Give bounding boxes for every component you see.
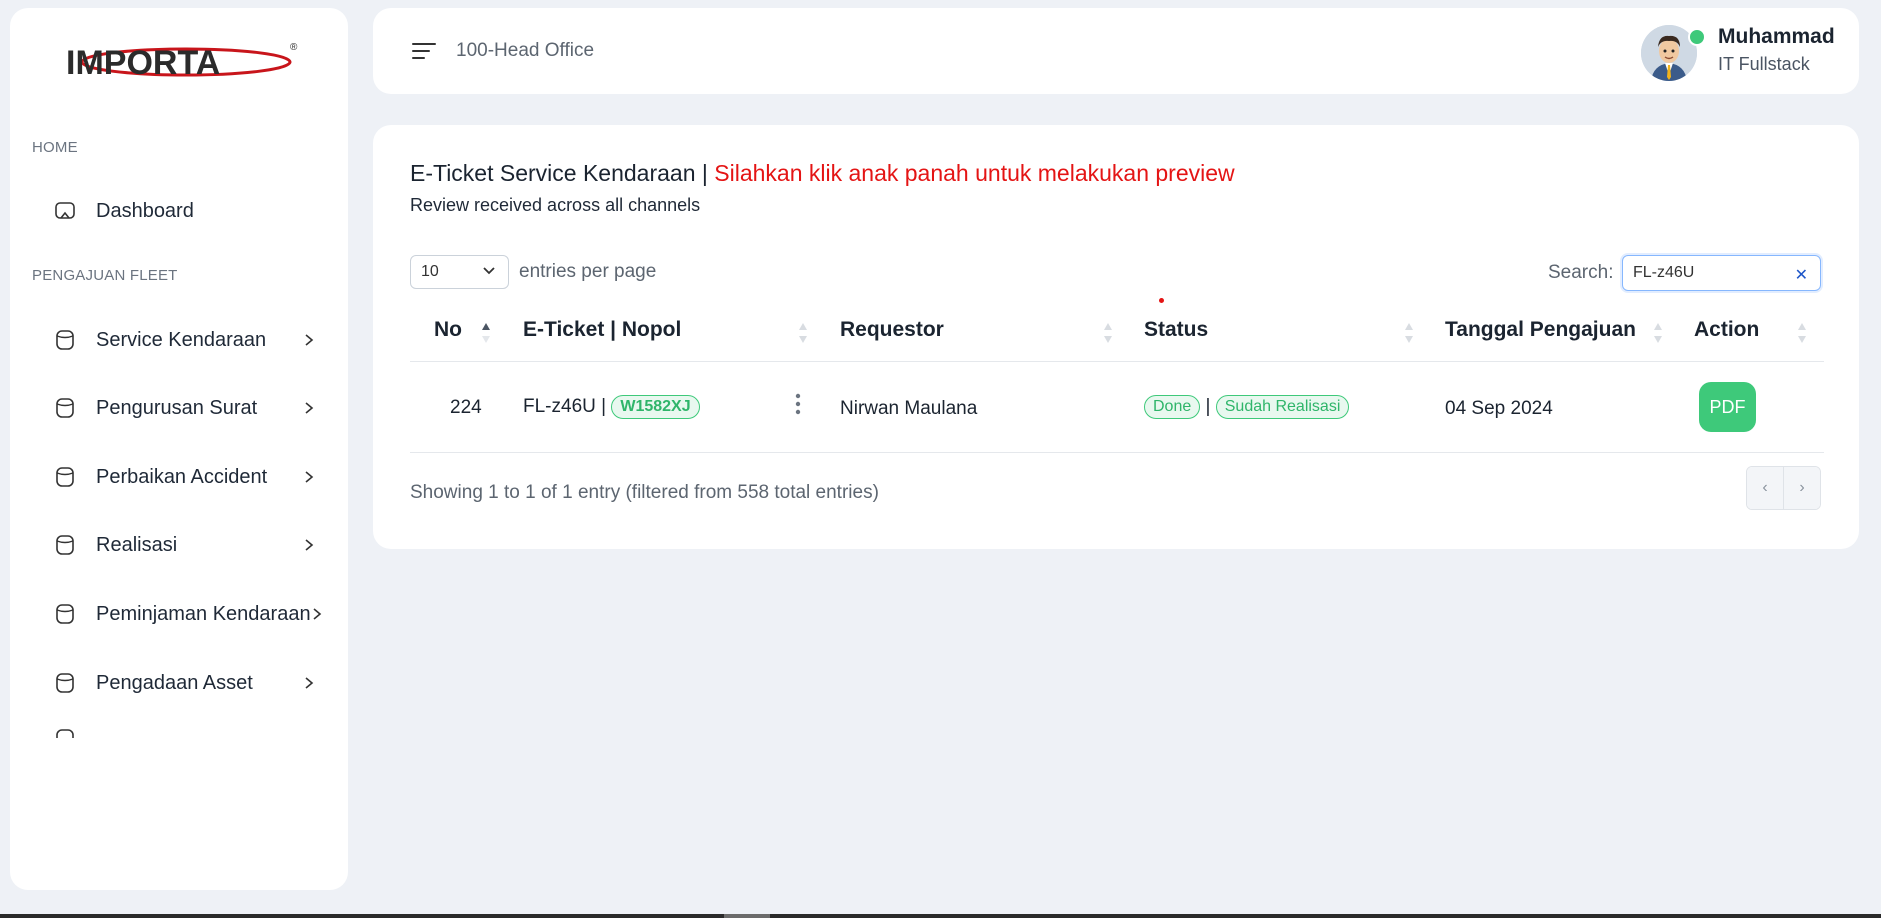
online-status-dot: [1688, 28, 1706, 46]
clear-search-icon[interactable]: ✕: [1795, 265, 1808, 285]
search-box: ✕: [1622, 255, 1821, 291]
column-header-status[interactable]: Status: [1144, 318, 1208, 342]
kebab-menu-icon[interactable]: [795, 393, 801, 415]
chevron-right-icon: [300, 674, 318, 692]
sidebar-item-clipped[interactable]: [32, 728, 328, 738]
sidebar-item-label: Realisasi: [96, 533, 178, 556]
sort-icon[interactable]: [1404, 321, 1414, 345]
column-header-tanggal[interactable]: Tanggal Pengajuan: [1445, 318, 1636, 342]
next-page-button[interactable]: ›: [1783, 467, 1820, 509]
page-title-hint: Silahkan klik anak panah untuk melakukan…: [714, 160, 1235, 186]
chevron-right-icon: [300, 536, 318, 554]
importa-logo[interactable]: IMPORTA ®: [66, 38, 306, 86]
sidebar-item-perbaikan-accident[interactable]: Perbaikan Accident: [32, 454, 328, 500]
ticket-separator: |: [601, 396, 607, 418]
pagination: ‹ ›: [1746, 466, 1821, 510]
status-separator: |: [1205, 396, 1211, 418]
chevron-right-icon: [311, 605, 323, 623]
table-info: Showing 1 to 1 of 1 entry (filtered from…: [410, 482, 879, 503]
sort-icon[interactable]: [798, 321, 808, 345]
horizontal-scrollbar[interactable]: [0, 914, 1881, 918]
sidebar-item-peminjaman-kendaraan[interactable]: Peminjaman Kendaraan: [32, 591, 328, 637]
user-role: IT Fullstack: [1718, 54, 1810, 74]
logo-text: IMPORTA: [66, 44, 220, 82]
cylinder-icon: [54, 672, 76, 694]
section-fleet-label: PENGAJUAN FLEET: [32, 267, 178, 284]
cell-no: 224: [450, 397, 482, 418]
table-row-divider: [410, 452, 1824, 453]
logo-registered-mark: ®: [290, 42, 298, 53]
cell-eticket: FL-z46U | W1582XJ: [523, 395, 700, 419]
chevron-right-icon: [300, 468, 318, 486]
sidebar-item-dashboard[interactable]: Dashboard: [32, 188, 328, 234]
sidebar-item-pengadaan-asset[interactable]: Pengadaan Asset: [32, 660, 328, 706]
cylinder-icon: [54, 466, 76, 488]
cylinder-icon: [54, 728, 76, 738]
search-input[interactable]: [1623, 263, 1785, 283]
section-home-label: HOME: [32, 139, 78, 156]
chevron-right-icon: [300, 399, 318, 417]
sort-icon[interactable]: [1797, 321, 1807, 345]
sidebar-item-service-kendaraan[interactable]: Service Kendaraan: [32, 317, 328, 363]
sidebar: IMPORTA ® HOME Dashboard PENGAJUAN FLEET…: [10, 8, 348, 890]
scrollbar-thumb[interactable]: [724, 914, 770, 918]
chevron-right-icon: [300, 331, 318, 349]
cylinder-icon: [54, 603, 76, 625]
office-label: 100-Head Office: [456, 40, 595, 61]
sidebar-item-label: Pengadaan Asset: [96, 671, 253, 694]
top-header: 100-Head Office Muhammad IT Fullstack: [373, 8, 1859, 94]
sidebar-item-pengurusan-surat[interactable]: Pengurusan Surat: [32, 385, 328, 431]
entries-per-page-value: 10: [421, 263, 439, 280]
realisasi-badge: Sudah Realisasi: [1215, 395, 1350, 419]
menu-toggle-icon[interactable]: [411, 40, 437, 62]
cylinder-icon: [54, 397, 76, 419]
table-header-divider: [410, 361, 1824, 362]
sort-icon[interactable]: [1103, 321, 1113, 345]
prev-page-button[interactable]: ‹: [1747, 467, 1783, 509]
indicator-dot: [1159, 298, 1164, 303]
status-badge: Done: [1144, 395, 1201, 419]
ticket-code: FL-z46U: [523, 396, 596, 418]
sort-asc-icon[interactable]: [481, 321, 491, 345]
cell-tanggal: 04 Sep 2024: [1445, 398, 1553, 419]
nopol-badge: W1582XJ: [611, 395, 700, 419]
cell-requestor: Nirwan Maulana: [840, 398, 978, 419]
cylinder-icon: [54, 329, 76, 351]
sidebar-item-realisasi[interactable]: Realisasi: [32, 522, 328, 568]
column-header-no[interactable]: No: [434, 318, 462, 342]
search-label: Search:: [1548, 262, 1614, 283]
eticket-card: E-Ticket Service Kendaraan | Silahkan kl…: [373, 125, 1859, 549]
sidebar-item-label: Pengurusan Surat: [96, 396, 258, 419]
column-header-action[interactable]: Action: [1694, 318, 1759, 342]
entries-per-page-label: entries per page: [519, 261, 657, 282]
page-title-main: E-Ticket Service Kendaraan |: [410, 160, 715, 186]
chevron-down-icon: [482, 263, 496, 281]
sort-icon[interactable]: [1653, 321, 1663, 345]
monitor-icon: [54, 200, 76, 222]
entries-per-page-select[interactable]: 10: [410, 255, 509, 289]
cell-status: Done | Sudah Realisasi: [1144, 395, 1350, 419]
cylinder-icon: [54, 534, 76, 556]
sidebar-item-label: Peminjaman Kendaraan: [96, 602, 311, 625]
sidebar-item-label: Service Kendaraan: [96, 328, 267, 351]
column-header-eticket-nopol[interactable]: E-Ticket | Nopol: [523, 318, 681, 342]
pdf-button[interactable]: PDF: [1699, 382, 1756, 432]
sidebar-item-label: Dashboard: [96, 199, 194, 222]
page-title: E-Ticket Service Kendaraan | Silahkan kl…: [410, 160, 1235, 187]
sidebar-item-label: Perbaikan Accident: [96, 465, 268, 488]
column-header-requestor[interactable]: Requestor: [840, 318, 944, 342]
page-subtitle: Review received across all channels: [410, 195, 701, 215]
user-name: Muhammad: [1718, 25, 1835, 48]
